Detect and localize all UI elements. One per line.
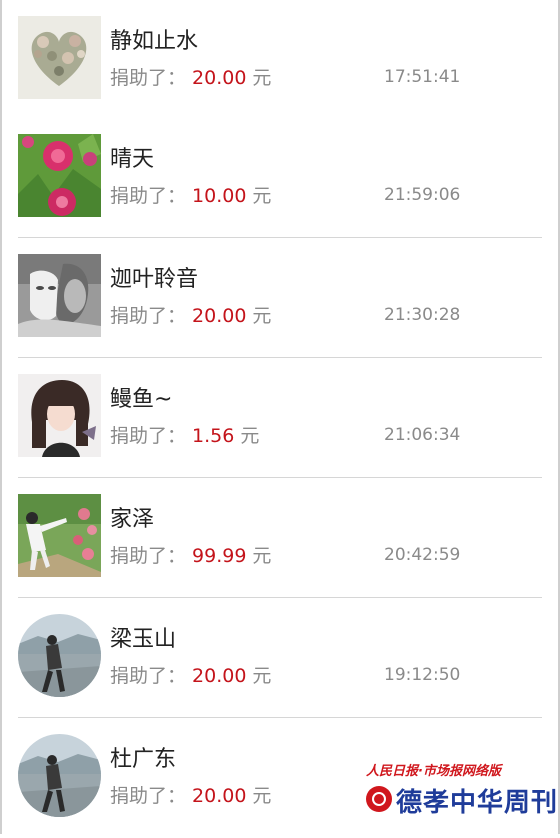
pink-flower-avatar [18, 134, 101, 217]
donation-text: 捐助了： 20.00 元 [110, 301, 271, 328]
donation-text: 捐助了： 20.00 元 [110, 781, 271, 808]
donation-time: 20:42:59 [384, 545, 461, 565]
donor-name: 梁玉山 [110, 627, 177, 652]
currency-unit: 元 [252, 665, 272, 687]
donation-label: 捐助了： [110, 67, 187, 89]
donation-amount: 20.00 [192, 665, 247, 687]
currency-unit: 元 [252, 545, 272, 567]
donation-row[interactable]: 迦叶聆音 捐助了： 20.00 元 21:30:28 [0, 238, 560, 358]
donation-text: 捐助了： 10.00 元 [110, 181, 271, 208]
watermark-publisher-line: 人民日报·市场报网络版 [366, 764, 501, 779]
publication-watermark: 人民日报·市场报网络版 德孝中华周刊 [366, 760, 557, 822]
donor-name: 鳗鱼~ [110, 387, 173, 412]
donation-amount: 10.00 [192, 185, 247, 207]
donor-name: 杜广东 [110, 747, 177, 772]
donation-time: 19:12:50 [384, 665, 461, 685]
donation-label: 捐助了： [110, 185, 187, 207]
watermark-brand: 德孝中华周刊 [396, 788, 559, 818]
donation-label: 捐助了： [110, 425, 187, 447]
donation-label: 捐助了： [110, 665, 187, 687]
donation-time: 17:51:41 [384, 67, 461, 87]
donation-label: 捐助了： [110, 305, 187, 327]
donation-time: 21:06:34 [384, 425, 461, 445]
donor-name: 家泽 [110, 507, 155, 532]
donor-name: 静如止水 [110, 29, 199, 54]
currency-unit: 元 [252, 785, 272, 807]
donation-text: 捐助了： 99.99 元 [110, 541, 271, 568]
donation-row[interactable]: 家泽 捐助了： 99.99 元 20:42:59 [0, 478, 560, 598]
girl-portrait-avatar [18, 374, 101, 457]
donation-time: 21:30:28 [384, 305, 461, 325]
donation-amount: 20.00 [192, 305, 247, 327]
donation-row[interactable]: 静如止水 捐助了： 20.00 元 17:51:41 [0, 0, 560, 120]
currency-unit: 元 [252, 305, 272, 327]
currency-unit: 元 [252, 185, 272, 207]
heart-wreath-avatar [18, 16, 101, 99]
donation-text: 捐助了： 1.56 元 [110, 421, 259, 448]
garden-person-avatar [18, 494, 101, 577]
donor-name: 迦叶聆音 [110, 267, 199, 292]
donation-amount: 20.00 [192, 785, 247, 807]
beach-person-avatar [18, 614, 101, 697]
donor-name: 晴天 [110, 147, 155, 172]
donation-row[interactable]: 晴天 捐助了： 10.00 元 21:59:06 [0, 118, 560, 238]
currency-unit: 元 [252, 67, 272, 89]
donation-row[interactable]: 鳗鱼~ 捐助了： 1.56 元 21:06:34 [0, 358, 560, 478]
donation-time: 21:59:06 [384, 185, 461, 205]
donation-amount: 1.56 [192, 425, 235, 447]
donation-text: 捐助了： 20.00 元 [110, 63, 271, 90]
donation-label: 捐助了： [110, 785, 187, 807]
currency-unit: 元 [240, 425, 260, 447]
masked-man-avatar [18, 254, 101, 337]
beach-person-avatar [18, 734, 101, 817]
donation-row[interactable]: 梁玉山 捐助了： 20.00 元 19:12:50 [0, 598, 560, 718]
donation-amount: 99.99 [192, 545, 247, 567]
donation-label: 捐助了： [110, 545, 187, 567]
donation-list: 静如止水 捐助了： 20.00 元 17:51:41 晴天 捐助了： 10.00 元 2… [0, 0, 560, 834]
donation-text: 捐助了： 20.00 元 [110, 661, 271, 688]
donation-amount: 20.00 [192, 67, 247, 89]
brand-logo-icon [366, 786, 392, 812]
